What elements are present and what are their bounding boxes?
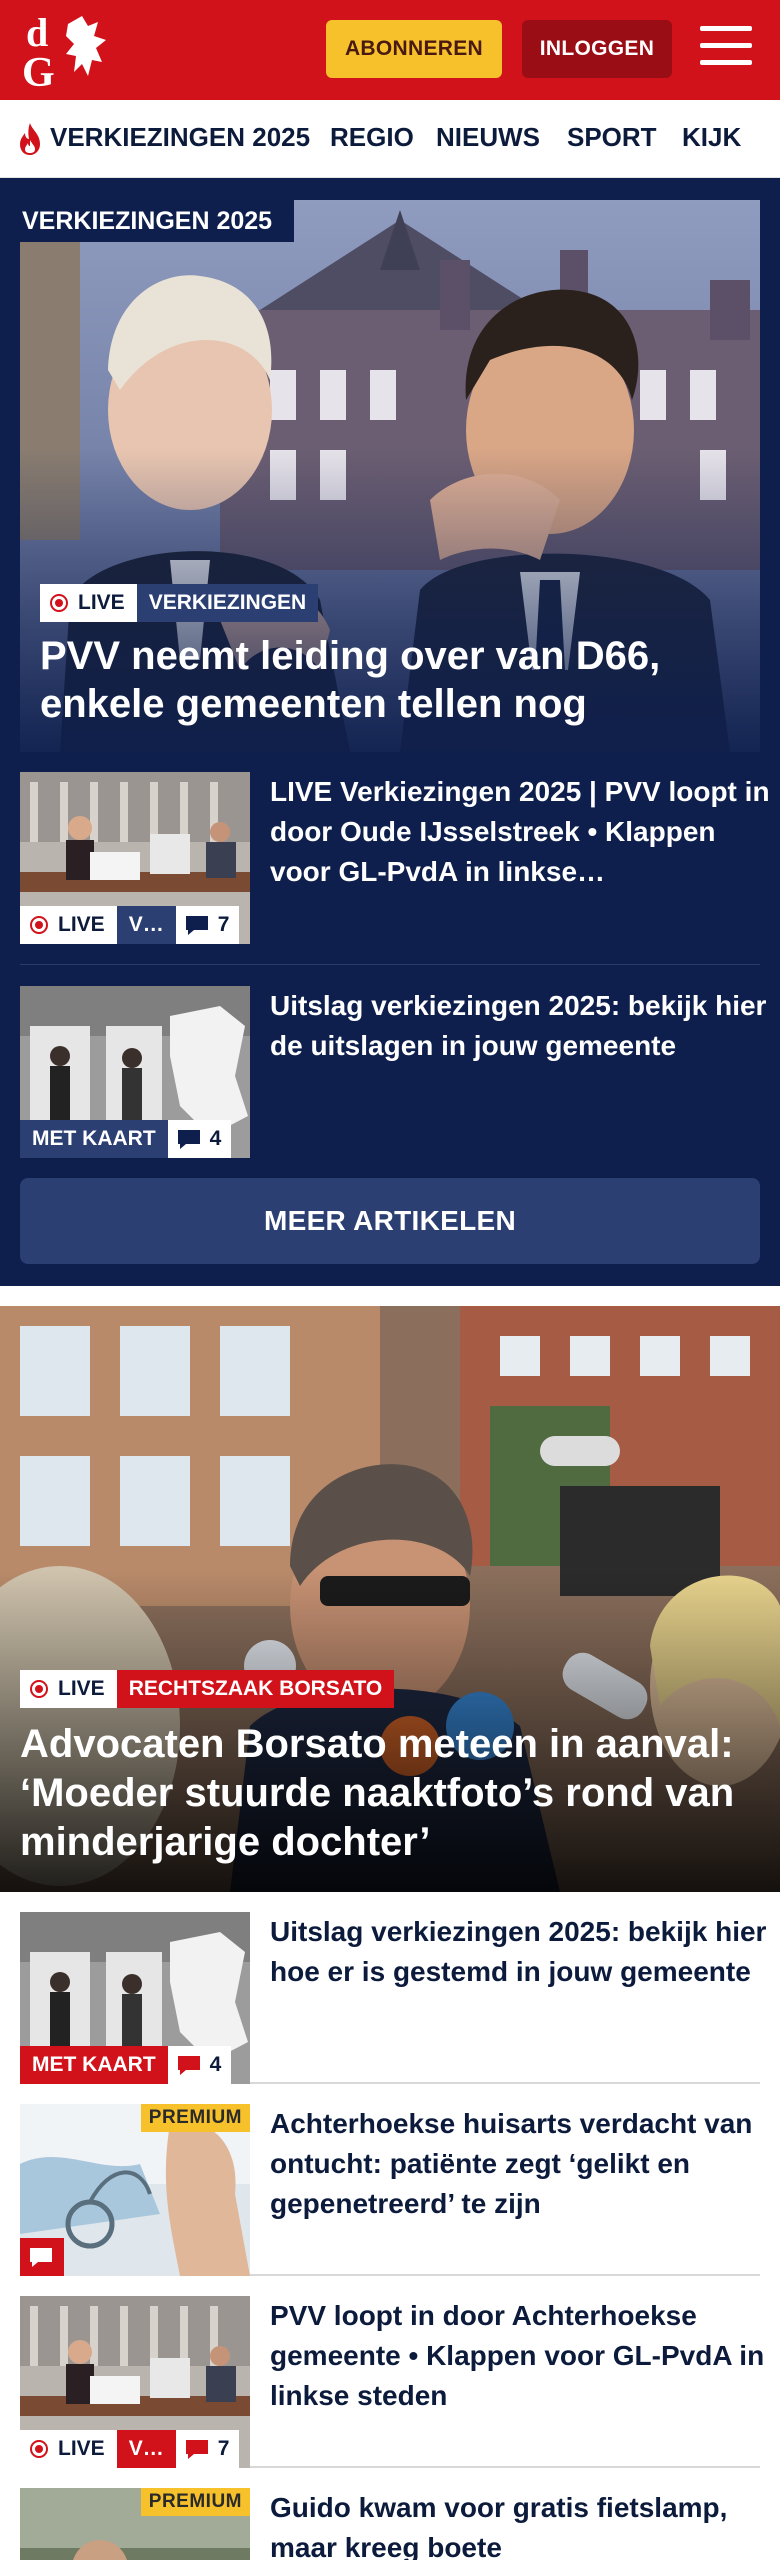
category-badge: V…	[116, 2430, 176, 2468]
article-title[interactable]: Uitslag verkiezingen 2025: bekijk hier d…	[270, 986, 770, 1066]
svg-text:G: G	[22, 50, 55, 90]
top-story[interactable]: LIVE RECHTSZAAK BORSATO Advocaten Borsat…	[0, 1306, 780, 1892]
article-title[interactable]: Uitslag verkiezingen 2025: bekijk hier h…	[270, 1912, 770, 1992]
comment-icon	[177, 2056, 200, 2075]
comment-number: 4	[209, 1127, 222, 1150]
live-dot-icon	[50, 594, 68, 612]
article-title[interactable]: PVV loopt in door Achterhoekse gemeente …	[270, 2296, 770, 2416]
hero-badges: LIVE VERKIEZINGEN	[40, 584, 319, 622]
article-badges: MET KAART 4	[20, 1120, 232, 1158]
comment-count[interactable]: 7	[175, 2430, 240, 2468]
nav-item-nieuws[interactable]: NIEUWS	[436, 122, 540, 153]
comment-count[interactable]	[20, 2238, 64, 2276]
election-article-1[interactable]: LIVE V… 7 LIVE Verkiezingen 2025 | PVV l…	[20, 772, 770, 944]
comment-number: 4	[209, 2053, 222, 2076]
divider	[250, 2274, 760, 2276]
live-label: LIVE	[78, 591, 125, 614]
nav-item-regio[interactable]: REGIO	[330, 122, 414, 153]
list-item[interactable]: MET KAART 4 Uitslag verkiezingen 2025: b…	[20, 1912, 766, 2084]
live-badge: LIVE	[20, 906, 117, 944]
top-story-headline[interactable]: Advocaten Borsato meteen in aanval: ‘Moe…	[20, 1720, 770, 1867]
article-badges	[20, 2238, 64, 2276]
comment-icon	[30, 2248, 52, 2267]
live-dot-icon	[30, 2440, 48, 2458]
subscribe-button[interactable]: ABONNEREN	[326, 20, 502, 78]
list-item[interactable]: PREMIUM Guido kwam voor gratis fietslamp…	[20, 2488, 760, 2560]
more-articles-button[interactable]: MEER ARTIKELEN	[20, 1178, 760, 1264]
live-dot-icon	[30, 1680, 48, 1698]
nav-item-verkiezingen[interactable]: VERKIEZINGEN 2025	[50, 122, 310, 153]
article-badges: LIVE V… 7	[20, 906, 240, 944]
list-item[interactable]: PREMIUM Achterhoekse huisarts verdacht v…	[20, 2104, 760, 2276]
article-title[interactable]: LIVE Verkiezingen 2025 | PVV loopt in do…	[270, 772, 770, 892]
comment-icon	[185, 916, 208, 935]
live-dot-icon	[30, 916, 48, 934]
comment-count[interactable]: 4	[167, 1120, 232, 1158]
flame-icon	[20, 123, 40, 155]
premium-badge: PREMIUM	[140, 2488, 250, 2516]
comment-icon	[185, 2440, 208, 2459]
election-hero[interactable]: VERKIEZINGEN 2025 LIVE VERKIEZINGEN PVV …	[20, 200, 760, 752]
category-badge: VERKIEZINGEN	[136, 584, 319, 622]
svg-text:d: d	[26, 10, 48, 55]
logo[interactable]: d G	[22, 10, 114, 90]
top-story-badges: LIVE RECHTSZAAK BORSATO	[20, 1670, 395, 1708]
main-nav: VERKIEZINGEN 2025 REGIO NIEUWS SPORT KIJ…	[0, 100, 780, 178]
list-item[interactable]: LIVE V… 7 PVV loopt in door Achterhoekse…	[20, 2296, 764, 2468]
comment-number: 7	[217, 2437, 230, 2460]
divider	[250, 2466, 760, 2468]
divider	[250, 2082, 760, 2084]
menu-icon[interactable]	[700, 26, 752, 72]
hero-headline[interactable]: PVV neemt leiding over van D66, enkele g…	[40, 632, 740, 728]
live-badge: LIVE	[40, 584, 137, 622]
section-label: VERKIEZINGEN 2025	[20, 200, 295, 242]
live-badge: LIVE	[20, 1670, 117, 1708]
comment-icon	[177, 1130, 200, 1149]
live-badge: LIVE	[20, 2430, 117, 2468]
login-button[interactable]: INLOGGEN	[522, 20, 672, 78]
category-badge: V…	[116, 906, 176, 944]
comment-count[interactable]: 7	[175, 906, 240, 944]
election-article-2[interactable]: MET KAART 4 Uitslag verkiezingen 2025: b…	[20, 986, 766, 1158]
top-header: d G ABONNEREN INLOGGEN	[0, 0, 780, 100]
nav-item-kijk[interactable]: KIJK	[682, 122, 741, 153]
category-badge: RECHTSZAAK BORSATO	[116, 1670, 395, 1708]
divider	[20, 964, 760, 965]
article-badges: MET KAART 4	[20, 2046, 232, 2084]
live-label: LIVE	[58, 2437, 105, 2460]
article-title[interactable]: Achterhoekse huisarts verdacht van ontuc…	[270, 2104, 770, 2224]
comment-count[interactable]: 4	[167, 2046, 232, 2084]
article-badges: LIVE V… 7	[20, 2430, 240, 2468]
map-badge: MET KAART	[20, 1120, 168, 1158]
comment-number: 7	[217, 913, 230, 936]
live-label: LIVE	[58, 1677, 105, 1700]
live-label: LIVE	[58, 913, 105, 936]
nav-item-sport[interactable]: SPORT	[567, 122, 657, 153]
article-title[interactable]: Guido kwam voor gratis fietslamp, maar k…	[270, 2488, 770, 2560]
premium-badge: PREMIUM	[140, 2104, 250, 2132]
map-badge: MET KAART	[20, 2046, 168, 2084]
